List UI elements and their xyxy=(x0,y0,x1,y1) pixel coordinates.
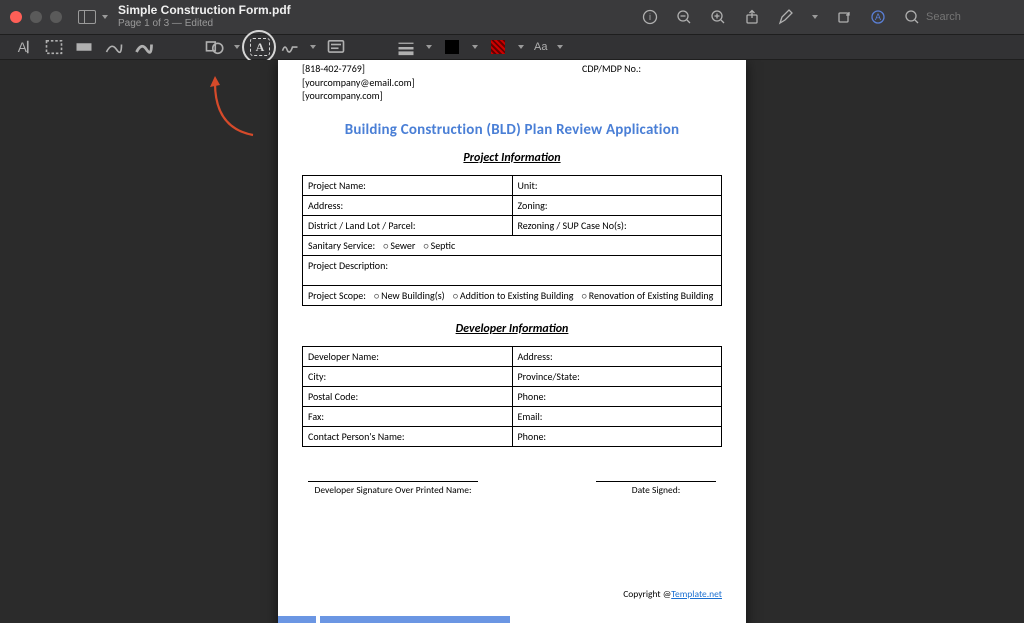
label-dev-email: Email: xyxy=(518,410,543,423)
label-dev-postal: Postal Code: xyxy=(308,390,358,403)
header-cdp: CDP/MDP No.: xyxy=(582,62,722,76)
label-dev-contact: Contact Person's Name: xyxy=(308,430,405,443)
svg-text:A: A xyxy=(18,40,28,55)
text-select-tool-icon[interactable]: A xyxy=(14,38,34,56)
stroke-color-swatch[interactable] xyxy=(442,38,462,56)
note-tool-icon[interactable] xyxy=(326,38,346,56)
section-project-info: Project Information xyxy=(302,151,722,165)
label-dev-city: City: xyxy=(308,370,326,383)
share-icon[interactable] xyxy=(744,9,760,25)
search-icon xyxy=(904,9,920,25)
signature-line-date xyxy=(596,481,716,482)
radio-sewer[interactable]: ○ xyxy=(383,241,388,252)
zoom-window-button[interactable] xyxy=(50,11,62,23)
text-box-tool[interactable]: A Text xyxy=(250,38,270,56)
radio-septic[interactable]: ○ xyxy=(424,241,429,252)
header-site: [yourcompany.com] xyxy=(302,89,415,103)
label-dev-phone2: Phone: xyxy=(518,430,547,443)
file-info: Simple Construction Form.pdf Page 1 of 3… xyxy=(118,4,291,29)
developer-info-table: Developer Name: Address: City: Province/… xyxy=(302,346,722,447)
label-sig-developer: Developer Signature Over Printed Name: xyxy=(315,484,472,496)
label-rezoning: Rezoning / SUP Case No(s): xyxy=(518,219,627,232)
document-subtitle: Page 1 of 3 — Edited xyxy=(118,18,291,30)
search-box[interactable] xyxy=(904,9,1014,25)
font-style-chevron-icon[interactable] xyxy=(557,45,563,49)
stroke-color-chevron-icon[interactable] xyxy=(472,45,478,49)
redact-tool-icon[interactable] xyxy=(74,38,94,56)
label-zoning: Zoning: xyxy=(518,199,548,212)
markup-dropdown-chevron-icon[interactable] xyxy=(812,15,818,19)
svg-text:A: A xyxy=(875,12,881,22)
font-style-button[interactable]: Aa xyxy=(534,41,547,53)
svg-text:i: i xyxy=(649,12,651,22)
rotate-icon[interactable] xyxy=(836,9,852,25)
label-address: Address: xyxy=(308,199,343,212)
label-unit: Unit: xyxy=(518,179,538,192)
label-dev-province: Province/State: xyxy=(518,370,580,383)
fill-color-chevron-icon[interactable] xyxy=(518,45,524,49)
header-phone: [818-402-7769] xyxy=(302,62,415,76)
label-district: District / Land Lot / Parcel: xyxy=(308,219,416,232)
label-sanitary: Sanitary Service: xyxy=(308,239,375,252)
section-developer-info: Developer Information xyxy=(302,322,722,336)
page-footer-decoration xyxy=(278,616,510,623)
header-email: [yourcompany@email.com] xyxy=(302,76,415,90)
label-project-name: Project Name: xyxy=(308,179,366,192)
close-window-button[interactable] xyxy=(10,11,22,23)
radio-addition[interactable]: ○ xyxy=(453,291,458,302)
label-dev-name: Developer Name: xyxy=(308,350,379,363)
label-dev-fax: Fax: xyxy=(308,410,324,423)
project-info-table: Project Name: Unit: Address: Zoning: Dis… xyxy=(302,175,722,306)
zoom-in-icon[interactable] xyxy=(710,9,726,25)
sign-dropdown-chevron-icon[interactable] xyxy=(310,45,316,49)
markup-toolbar: A A Text Aa xyxy=(0,34,1024,60)
radio-new-building[interactable]: ○ xyxy=(374,291,379,302)
titlebar-right-controls: i A xyxy=(642,9,1014,25)
rectangle-select-tool-icon[interactable] xyxy=(44,38,64,56)
signature-line-developer xyxy=(308,481,478,482)
shapes-dropdown-chevron-icon[interactable] xyxy=(234,45,240,49)
zoom-out-icon[interactable] xyxy=(676,9,692,25)
window-traffic-lights xyxy=(10,11,62,23)
search-input[interactable] xyxy=(926,11,1006,23)
minimize-window-button[interactable] xyxy=(30,11,42,23)
highlight-icon[interactable]: A xyxy=(870,9,886,25)
sign-tool-icon[interactable] xyxy=(280,38,300,56)
line-weight-icon[interactable] xyxy=(396,38,416,56)
label-dev-address: Address: xyxy=(518,350,553,363)
document-title: Simple Construction Form.pdf xyxy=(118,4,291,18)
signature-block: Developer Signature Over Printed Name: D… xyxy=(302,481,722,496)
copyright-notice: Copyright @Template.net xyxy=(623,588,722,600)
info-icon[interactable]: i xyxy=(642,9,658,25)
label-sig-date: Date Signed: xyxy=(632,484,681,496)
line-weight-chevron-icon[interactable] xyxy=(426,45,432,49)
fill-color-swatch[interactable] xyxy=(488,38,508,56)
shapes-tool-icon[interactable] xyxy=(204,38,224,56)
sketch-fill-tool-icon[interactable] xyxy=(134,38,154,56)
pdf-page: [818-402-7769] [yourcompany@email.com] [… xyxy=(278,60,746,623)
markup-pencil-icon[interactable] xyxy=(778,9,794,25)
label-scope: Project Scope: xyxy=(308,289,366,302)
copyright-link[interactable]: Template.net xyxy=(671,588,722,600)
label-dev-phone: Phone: xyxy=(518,390,547,403)
label-description: Project Description: xyxy=(308,259,388,272)
radio-renovation[interactable]: ○ xyxy=(582,291,587,302)
document-main-title: Building Construction (BLD) Plan Review … xyxy=(302,121,722,139)
sidebar-toggle-button[interactable] xyxy=(78,10,96,24)
window-titlebar: Simple Construction Form.pdf Page 1 of 3… xyxy=(0,0,1024,34)
sidebar-dropdown-chevron-icon[interactable] xyxy=(102,15,108,19)
letterhead: [818-402-7769] [yourcompany@email.com] [… xyxy=(302,60,722,103)
document-viewport[interactable]: [818-402-7769] [yourcompany@email.com] [… xyxy=(0,60,1024,623)
sketch-tool-icon[interactable] xyxy=(104,38,124,56)
